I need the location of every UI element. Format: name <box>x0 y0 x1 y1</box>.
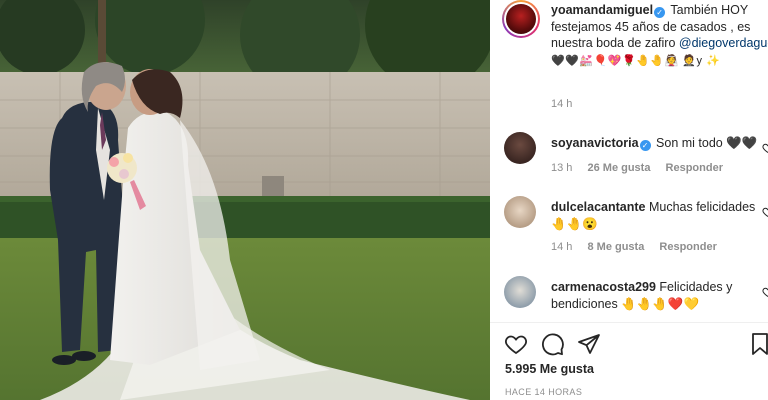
post-photo[interactable] <box>0 0 490 400</box>
share-icon[interactable] <box>577 332 601 356</box>
actions-divider <box>490 322 768 323</box>
caption-text: yoamandamiguel ✓ También HOY festejamos 4… <box>551 2 768 69</box>
post-actions <box>504 332 768 358</box>
heart-icon[interactable] <box>762 142 768 154</box>
verified-badge-icon: ✓ <box>639 140 651 151</box>
post-sidebar: yoamandamiguel ✓ También HOY festejamos 4… <box>490 0 768 400</box>
comment-username[interactable]: carmenacosta299 <box>551 280 656 294</box>
commenter-avatar[interactable] <box>504 196 536 228</box>
heart-icon[interactable] <box>762 206 768 218</box>
caption-emojis-2: 🤵y ✨ <box>682 54 721 67</box>
comment-item: carmenacosta299 Felicidades y bendicione… <box>502 276 768 320</box>
caption-mention[interactable]: @diegoverdaguer <box>679 36 768 50</box>
verified-badge-icon: ✓ <box>654 7 666 18</box>
caption-timestamp[interactable]: 14 h <box>551 98 572 110</box>
author-avatar[interactable] <box>502 0 540 38</box>
comment-time[interactable]: 13 h <box>551 162 572 174</box>
comment-text: dulcelacantante Muchas felicidades🤚🤚😮 <box>551 199 763 232</box>
comment-username[interactable]: soyanavictoria <box>551 136 639 150</box>
caption-emojis: 🖤🖤💒🎈💖🌹🤚🤚👰 <box>551 54 679 67</box>
heart-icon[interactable] <box>762 286 768 298</box>
comment-likes[interactable]: 26 Me gusta <box>587 162 650 174</box>
comment-meta: 14 h 8 Me gusta Responder <box>551 241 729 253</box>
comment-item: soyanavictoria ✓ Son mi todo 🖤🖤 13 h 26 M… <box>502 132 768 176</box>
post-date[interactable]: HACE 14 HORAS <box>505 387 582 397</box>
comment-body: Son mi todo 🖤🖤 <box>656 136 758 150</box>
comment-likes[interactable]: 8 Me gusta <box>587 241 644 253</box>
comment-item: dulcelacantante Muchas felicidades🤚🤚😮 14… <box>502 196 768 253</box>
comment-reply-button[interactable]: Responder <box>659 241 716 253</box>
wedding-couple-photo <box>0 0 490 400</box>
comment-text: carmenacosta299 Felicidades y bendicione… <box>551 279 763 312</box>
comment-username[interactable]: dulcelacantante <box>551 200 645 214</box>
commenter-avatar[interactable] <box>504 276 536 308</box>
comment-time[interactable]: 14 h <box>551 241 572 253</box>
comment-reply-button[interactable]: Responder <box>666 162 723 174</box>
bookmark-icon[interactable] <box>748 332 768 356</box>
comment-icon[interactable] <box>541 332 565 356</box>
comment-text: soyanavictoria ✓ Son mi todo 🖤🖤 <box>551 135 763 152</box>
author-username[interactable]: yoamandamiguel <box>551 3 653 17</box>
heart-icon[interactable] <box>504 332 528 356</box>
commenter-avatar[interactable] <box>504 132 536 164</box>
post-likes-count[interactable]: 5.995 Me gusta <box>505 362 594 376</box>
comment-meta: 13 h 26 Me gusta Responder <box>551 162 735 174</box>
